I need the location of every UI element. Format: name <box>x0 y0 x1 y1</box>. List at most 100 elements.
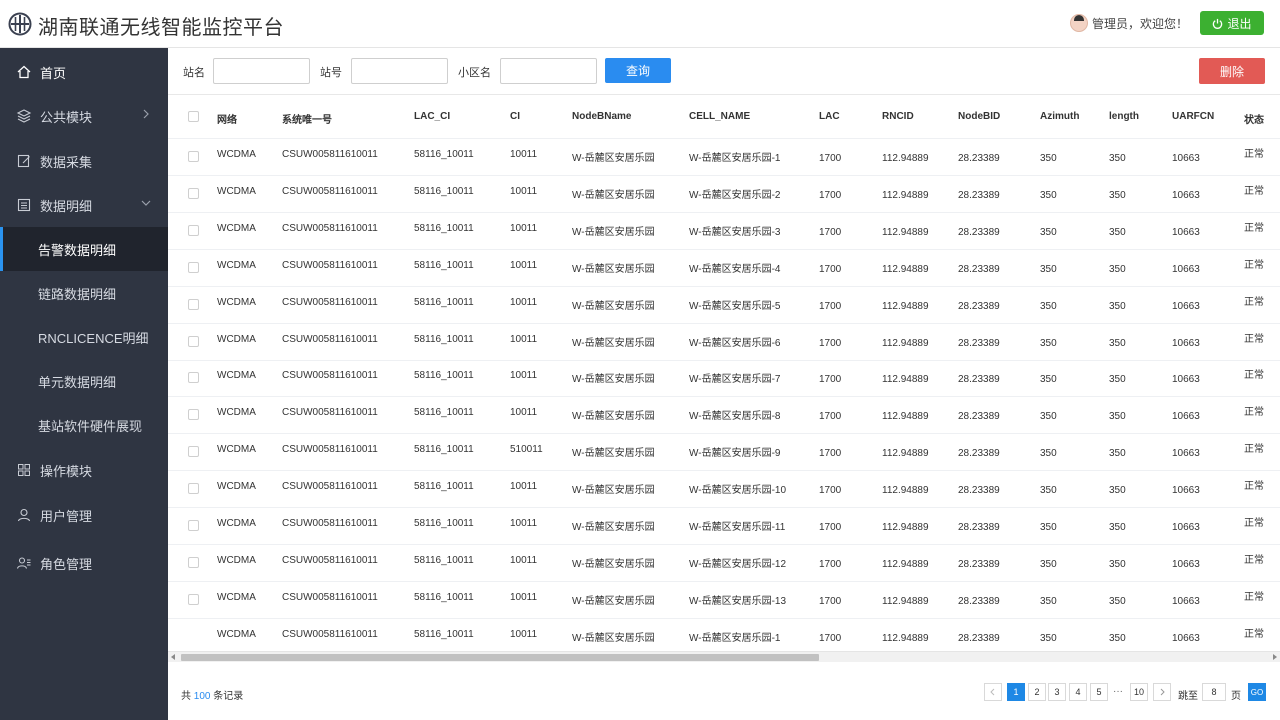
column-header[interactable]: 系统唯一号 <box>282 111 332 126</box>
column-header[interactable]: Azimuth <box>1040 111 1079 122</box>
table-cell: 10663 <box>1172 448 1200 460</box>
logout-button[interactable]: 退出 <box>1200 11 1264 35</box>
table-row[interactable]: WCDMA CSUW005811610011 58116_10011 10011 W-岳… <box>168 360 1280 398</box>
column-header[interactable]: NodeBID <box>958 111 1000 122</box>
page-button[interactable]: 4 <box>1069 683 1087 701</box>
row-checkbox[interactable] <box>188 409 199 421</box>
table-cell: 1700 <box>819 226 842 238</box>
table-row[interactable]: WCDMA CSUW005811610011 58116_10011 10011 W-岳… <box>168 471 1280 509</box>
row-checkbox[interactable] <box>188 151 199 162</box>
table-cell: 正常 <box>1244 370 1264 382</box>
row-checkbox[interactable] <box>188 224 199 236</box>
column-header[interactable]: LAC <box>819 111 840 122</box>
sidebar-item-collection[interactable]: 数据采集 <box>0 139 168 183</box>
row-checkbox[interactable] <box>188 593 199 605</box>
select-all-checkbox[interactable] <box>188 111 199 122</box>
total-suffix: 条记录 <box>213 691 244 702</box>
table-cell: 350 <box>1109 226 1126 238</box>
table-cell: 350 <box>1109 485 1126 497</box>
scrollbar-thumb[interactable] <box>181 654 819 661</box>
row-checkbox[interactable] <box>188 446 199 458</box>
table-row[interactable]: WCDMA CSUW005811610011 58116_10011 10011 W-岳… <box>168 250 1280 287</box>
horizontal-scrollbar[interactable] <box>168 651 1280 662</box>
column-header[interactable]: NodeBName <box>572 111 631 122</box>
row-checkbox[interactable] <box>188 187 199 199</box>
sidebar-item-users[interactable]: 用户管理 <box>0 493 168 537</box>
table-cell: W-岳麓区安居乐园-6 <box>689 337 781 349</box>
table-cell: 350 <box>1040 226 1057 238</box>
table-cell: W-岳麓区安居乐园 <box>572 522 655 533</box>
row-checkbox[interactable] <box>188 483 199 495</box>
column-header[interactable]: length <box>1109 111 1139 122</box>
page-button[interactable]: 5 <box>1090 683 1108 701</box>
table-row[interactable]: WCDMA CSUW005811610011 58116_10011 10011 W-岳… <box>168 582 1280 619</box>
table-cell: 350 <box>1040 485 1057 497</box>
filter-bar: 站名 站号 小区名 查询 删除 <box>168 48 1280 94</box>
table-row[interactable]: WCDMA CSUW005811610011 58116_10011 510011 W-… <box>168 434 1280 472</box>
table-row[interactable]: WCDMA CSUW005811610011 58116_10011 10011 W-岳… <box>168 176 1280 213</box>
sidebar-subitem-bts-software[interactable]: 基站软件硬件展现 <box>0 403 168 447</box>
table-cell: 350 <box>1040 263 1057 275</box>
next-page-button[interactable] <box>1153 683 1171 701</box>
site-no-input[interactable] <box>351 58 448 84</box>
table-row[interactable]: WCDMA CSUW005811610011 58116_10011 10011 W-岳… <box>168 545 1280 582</box>
delete-button[interactable]: 删除 <box>1199 58 1265 84</box>
cell-name-input[interactable] <box>500 58 597 84</box>
table-row[interactable]: WCDMA CSUW005811610011 58116_10011 10011 W-岳… <box>168 324 1280 361</box>
column-header[interactable]: RNCID <box>882 111 914 122</box>
sidebar-item-roles[interactable]: 角色管理 <box>0 541 168 585</box>
page-button-last[interactable]: 10 <box>1130 683 1148 701</box>
table-row[interactable]: WCDMA CSUW005811610011 58116_10011 10011 W-岳… <box>168 213 1280 250</box>
scroll-left-icon[interactable] <box>171 654 175 660</box>
page-button[interactable]: 1 <box>1007 683 1025 701</box>
sidebar-subitem-unit-details[interactable]: 单元数据明细 <box>0 359 168 403</box>
page-button[interactable]: 3 <box>1048 683 1066 701</box>
row-checkbox[interactable] <box>188 372 199 384</box>
column-header[interactable]: 网络 <box>217 111 237 126</box>
table-cell: 350 <box>1109 374 1126 386</box>
sidebar-item-details[interactable]: 数据明细 <box>0 183 168 227</box>
sidebar-item-common[interactable]: 公共模块 <box>0 94 168 138</box>
sidebar-subitem-alarm-details[interactable]: 告警数据明细 <box>0 227 168 271</box>
site-name-input[interactable] <box>213 58 310 84</box>
table-row[interactable]: WCDMA CSUW005811610011 58116_10011 10011 W-岳… <box>168 397 1280 435</box>
column-header[interactable]: 状态 <box>1244 111 1264 126</box>
chevron-left-icon <box>990 688 995 696</box>
column-header[interactable]: UARFCN <box>1172 111 1214 122</box>
jump-page-input[interactable]: 8 <box>1202 683 1226 701</box>
sidebar-item-label: 公共模块 <box>40 110 93 125</box>
column-header[interactable]: CI <box>510 111 520 122</box>
table-row[interactable]: WCDMA CSUW005811610011 58116_10011 10011 W-岳… <box>168 508 1280 545</box>
table-cell: W-岳麓区安居乐园 <box>572 374 655 386</box>
scroll-right-icon[interactable] <box>1273 654 1277 660</box>
table-cell: 58116_10011 <box>414 407 474 419</box>
go-button[interactable]: GO <box>1248 683 1266 701</box>
sidebar-subitem-link-details[interactable]: 链路数据明细 <box>0 271 168 315</box>
table-row[interactable]: WCDMA CSUW005811610011 58116_10011 10011 W-岳… <box>168 287 1280 324</box>
table-cell: 28.23389 <box>958 558 1000 570</box>
row-checkbox[interactable] <box>188 335 199 347</box>
table-cell: 350 <box>1109 300 1126 312</box>
row-checkbox[interactable] <box>188 520 199 531</box>
table-cell: 58116_10011 <box>414 185 474 197</box>
table-cell: 28.23389 <box>958 411 1000 423</box>
column-header[interactable]: LAC_CI <box>414 111 450 122</box>
column-header[interactable]: CELL_NAME <box>689 111 750 122</box>
table-row[interactable]: WCDMA CSUW005811610011 58116_10011 10011 W-岳… <box>168 619 1280 652</box>
sidebar-item-home[interactable]: 首页 <box>0 50 168 94</box>
page-button[interactable]: 2 <box>1028 683 1046 701</box>
table-row[interactable]: WCDMA CSUW005811610011 58116_10011 10011 W-岳… <box>168 139 1280 176</box>
table-cell: 10663 <box>1172 558 1200 570</box>
row-checkbox[interactable] <box>188 261 199 273</box>
table-cell: W-岳麓区安居乐园 <box>572 595 655 607</box>
query-button[interactable]: 查询 <box>605 58 671 83</box>
table-cell: CSUW005811610011 <box>282 370 378 382</box>
row-checkbox[interactable] <box>188 556 199 568</box>
prev-page-button[interactable] <box>984 683 1002 701</box>
table-cell: 350 <box>1040 374 1057 386</box>
user-info[interactable]: 管理员，欢迎您！ <box>1069 14 1188 32</box>
sidebar-item-operations[interactable]: 操作模块 <box>0 448 168 492</box>
table-cell: 1700 <box>819 632 842 644</box>
row-checkbox[interactable] <box>188 298 199 310</box>
sidebar-subitem-rnclicence[interactable]: RNCLICENCE明细 <box>0 315 168 359</box>
